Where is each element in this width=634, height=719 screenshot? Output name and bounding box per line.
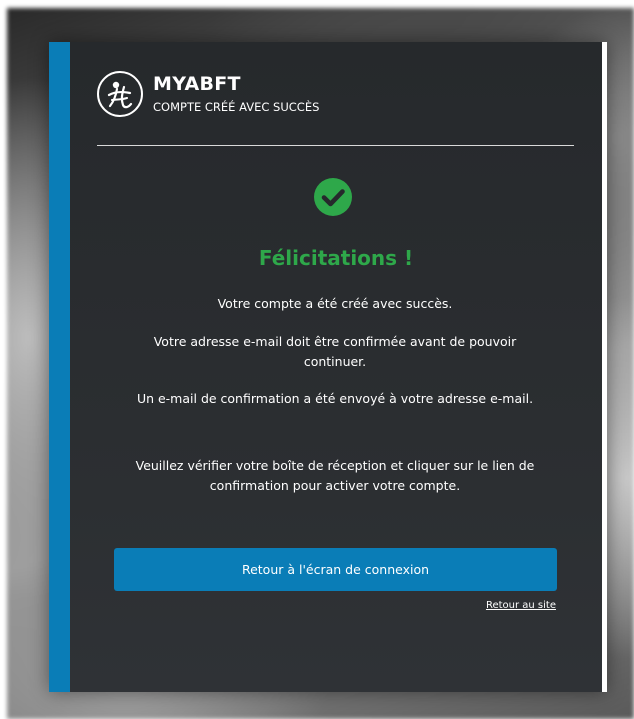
message-confirmation-sent: Un e-mail de confirmation a été envoyé à… [136,391,534,406]
brand-name: MYABFT [153,72,241,95]
brand-subtitle: COMPTE CRÉÉ AVEC SUCCÈS [153,99,320,114]
card-accent-bar [49,42,70,692]
back-to-login-button[interactable]: Retour à l'écran de connexion [114,548,557,591]
check-circle-icon [314,178,352,216]
message-account-created: Votre compte a été créé avec succès. [217,296,453,311]
back-to-site-link[interactable]: Retour au site [486,600,556,611]
success-title: Félicitations ! [258,246,414,270]
message-check-inbox: Veuillez vérifier votre boîte de récepti… [135,458,535,493]
figure-in-circle-logo-icon [97,71,143,117]
header-divider [97,145,574,146]
card-right-edge [602,42,607,692]
brand-header: MYABFT COMPTE CRÉÉ AVEC SUCCÈS [97,64,319,124]
success-card: MYABFT COMPTE CRÉÉ AVEC SUCCÈS Félicitat… [49,42,607,692]
message-email-confirmation-required: Votre adresse e-mail doit être confirmée… [153,334,517,369]
